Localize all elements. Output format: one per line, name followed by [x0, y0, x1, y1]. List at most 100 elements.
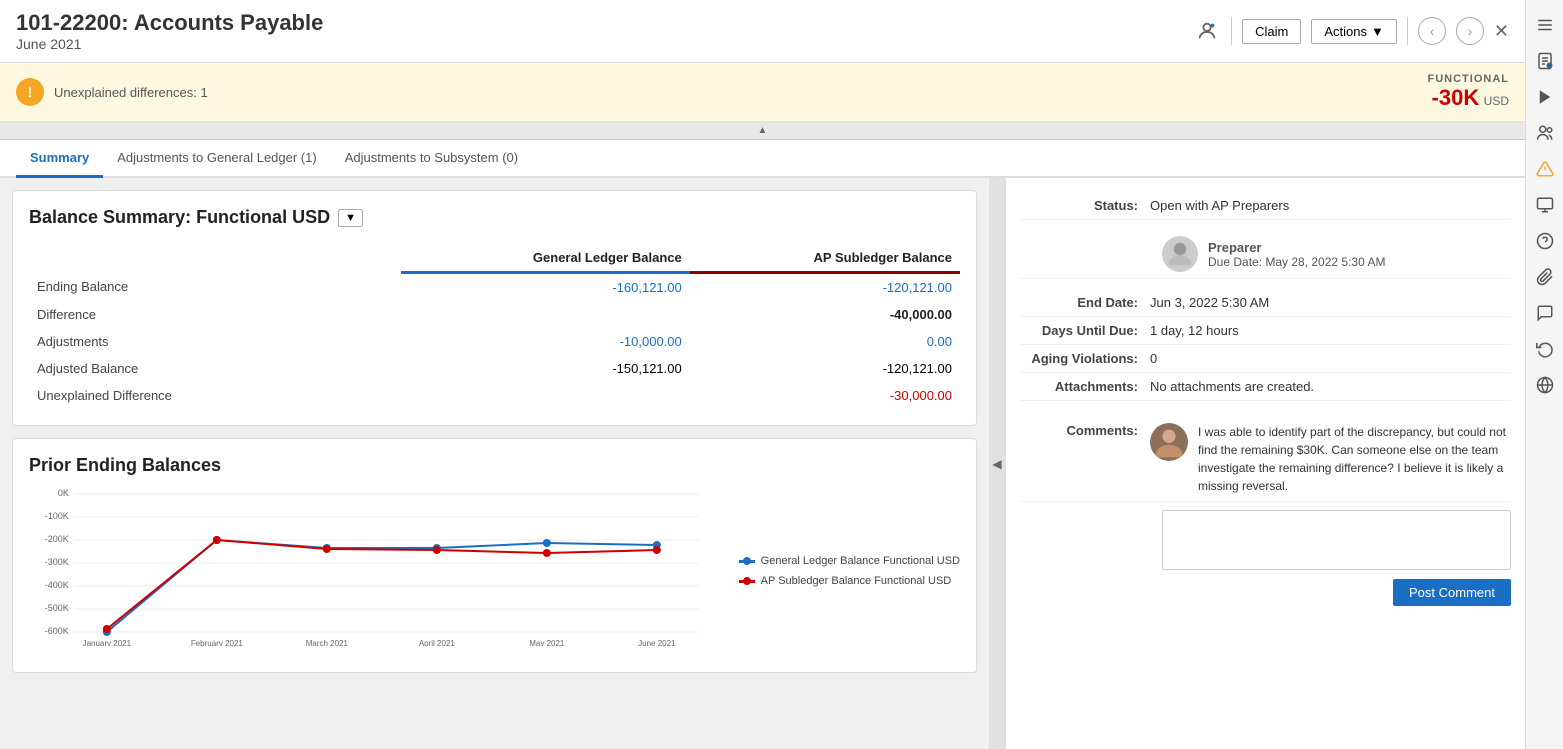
header-left: 101-22200: Accounts Payable June 2021: [16, 10, 323, 52]
ap-value: -120,121.00: [690, 355, 960, 382]
svg-text:-100K: -100K: [45, 511, 69, 521]
ap-value: -120,121.00: [690, 273, 960, 302]
warning-bar: ! Unexplained differences: 1 FUNCTIONAL …: [0, 63, 1525, 122]
list-icon-btn[interactable]: [1528, 8, 1562, 42]
functional-amount: -30K: [1432, 85, 1480, 110]
balance-summary-title: Balance Summary: Functional USD ▼: [29, 207, 960, 228]
gl-value: [401, 301, 689, 328]
info-row: Days Until Due: 1 day, 12 hours: [1020, 317, 1511, 345]
divider: [1231, 17, 1232, 45]
data-icon-btn[interactable]: [1528, 188, 1562, 222]
status-value: Open with AP Preparers: [1150, 198, 1511, 213]
globe-icon-btn[interactable]: [1528, 368, 1562, 402]
actions-button[interactable]: Actions ▼: [1311, 19, 1397, 44]
row-label: Adjusted Balance: [29, 355, 401, 382]
field-value: No attachments are created.: [1150, 379, 1511, 394]
gl-value: [401, 382, 689, 409]
status-label: Status:: [1020, 198, 1150, 213]
tab-gl-adjustments[interactable]: Adjustments to General Ledger (1): [103, 140, 330, 178]
svg-text:April 2021: April 2021: [419, 639, 456, 646]
row-label: Difference: [29, 301, 401, 328]
right-sidebar: i: [1525, 0, 1563, 749]
attachment-icon-btn[interactable]: [1528, 260, 1562, 294]
page-subtitle: June 2021: [16, 36, 323, 52]
play-icon-btn[interactable]: [1528, 80, 1562, 114]
ap-header: AP Subledger Balance: [690, 244, 960, 273]
dropdown-arrow-icon: ▼: [1371, 24, 1384, 39]
svg-text:March 2021: March 2021: [306, 639, 349, 646]
svg-text:February 2021: February 2021: [191, 639, 244, 646]
chat-icon-btn[interactable]: [1528, 296, 1562, 330]
page-title: 101-22200: Accounts Payable: [16, 10, 323, 36]
people-icon-btn[interactable]: [1528, 116, 1562, 150]
svg-text:May 2021: May 2021: [529, 639, 565, 646]
row-label: Unexplained Difference: [29, 382, 401, 409]
side-collapse[interactable]: ◀: [989, 178, 1005, 749]
history-icon-btn[interactable]: [1528, 332, 1562, 366]
field-label: End Date:: [1020, 295, 1150, 310]
preparer-info: Preparer Due Date: May 28, 2022 5:30 AM: [1208, 240, 1385, 269]
close-button[interactable]: ✕: [1494, 21, 1509, 42]
comment-text: I was able to identify part of the discr…: [1198, 423, 1511, 495]
tab-bar: Summary Adjustments to General Ledger (1…: [0, 140, 1525, 178]
document-icon-btn[interactable]: i: [1528, 44, 1562, 78]
user-icon[interactable]: [1193, 17, 1221, 45]
svg-text:January 2021: January 2021: [83, 639, 132, 646]
header-right: Claim Actions ▼ ‹ › ✕: [1193, 17, 1509, 45]
functional-badge: FUNCTIONAL -30K USD: [1428, 73, 1510, 111]
collapse-bar[interactable]: ▲: [0, 122, 1525, 140]
ap-preparers-link[interactable]: AP Preparers: [1211, 198, 1289, 213]
gl-value: -150,121.00: [401, 355, 689, 382]
alert-icon-btn[interactable]: [1528, 152, 1562, 186]
comment-section: Comments: I w: [1020, 411, 1511, 612]
right-panel: Status: Open with AP Preparers Preparer …: [1005, 178, 1525, 749]
table-row: Adjustments -10,000.00 0.00: [29, 328, 960, 355]
left-panel: Balance Summary: Functional USD ▼ Genera…: [0, 178, 989, 749]
functional-currency: USD: [1484, 94, 1509, 108]
row-label: Adjustments: [29, 328, 401, 355]
gl-value: -10,000.00: [401, 328, 689, 355]
tab-summary[interactable]: Summary: [16, 140, 103, 178]
help-icon-btn[interactable]: [1528, 224, 1562, 258]
info-fields: End Date: Jun 3, 2022 5:30 AM Days Until…: [1020, 289, 1511, 401]
chart-legend: General Ledger Balance Functional USD AP…: [739, 486, 960, 656]
comment-item: I was able to identify part of the discr…: [1150, 423, 1511, 495]
preparer-row: Preparer Due Date: May 28, 2022 5:30 AM: [1020, 230, 1511, 279]
header: 101-22200: Accounts Payable June 2021 Cl…: [0, 0, 1525, 63]
comments-label: Comments:: [1020, 423, 1150, 438]
field-value: Jun 3, 2022 5:30 AM: [1150, 295, 1511, 310]
comments-header-row: Comments: I w: [1020, 417, 1511, 502]
post-comment-button[interactable]: Post Comment: [1393, 579, 1511, 606]
svg-text:-600K: -600K: [45, 626, 69, 636]
ap-value: 0.00: [690, 328, 960, 355]
table-row: Adjusted Balance -150,121.00 -120,121.00: [29, 355, 960, 382]
svg-text:-400K: -400K: [45, 580, 69, 590]
balance-table: General Ledger Balance AP Subledger Bala…: [29, 244, 960, 409]
svg-text:i: i: [1548, 65, 1549, 71]
commenter-avatar-img: [1150, 423, 1188, 461]
claim-button[interactable]: Claim: [1242, 19, 1301, 44]
collapse-arrow: ▲: [758, 125, 768, 136]
preparer-avatar: [1162, 236, 1198, 272]
table-row: Unexplained Difference -30,000.00: [29, 382, 960, 409]
info-row: End Date: Jun 3, 2022 5:30 AM: [1020, 289, 1511, 317]
balance-dropdown-button[interactable]: ▼: [338, 209, 363, 227]
gl-value: -160,121.00: [401, 273, 689, 302]
table-row: Difference -40,000.00: [29, 301, 960, 328]
warning-text: Unexplained differences: 1: [54, 85, 208, 100]
nav-prev-button[interactable]: ‹: [1418, 17, 1446, 45]
field-label: Aging Violations:: [1020, 351, 1150, 366]
ap-value: -40,000.00: [690, 301, 960, 328]
field-value: 0: [1150, 351, 1511, 366]
comment-input[interactable]: [1162, 510, 1511, 570]
svg-text:0K: 0K: [58, 488, 69, 498]
balance-summary-card: Balance Summary: Functional USD ▼ Genera…: [12, 190, 977, 426]
nav-next-button[interactable]: ›: [1456, 17, 1484, 45]
tab-subsystem-adjustments[interactable]: Adjustments to Subsystem (0): [331, 140, 532, 178]
warning-icon: !: [16, 78, 44, 106]
commenter-avatar: [1150, 423, 1188, 461]
field-label: Days Until Due:: [1020, 323, 1150, 338]
row-label: Ending Balance: [29, 273, 401, 302]
field-label: Attachments:: [1020, 379, 1150, 394]
table-row: Ending Balance -160,121.00 -120,121.00: [29, 273, 960, 302]
